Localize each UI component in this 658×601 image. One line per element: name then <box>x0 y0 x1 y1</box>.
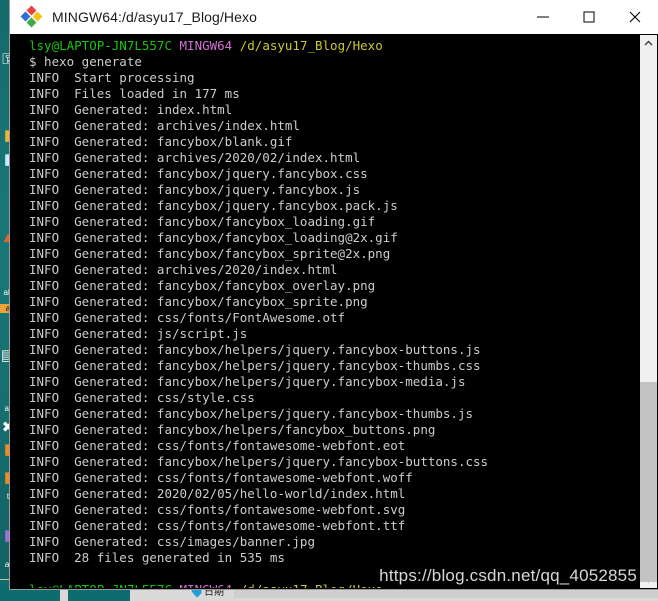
terminal-output-line: INFO Generated: css/fonts/fontawesome-we… <box>29 470 413 485</box>
terminal-output-line: INFO Generated: fancybox/helpers/jquery.… <box>29 454 489 469</box>
terminal-output-line: INFO Generated: 2020/02/05/hello-world/i… <box>29 486 406 501</box>
terminal-output-line: INFO Files loaded in 177 ms <box>29 86 240 101</box>
prompt-shell: MINGW64 <box>180 582 233 588</box>
terminal-prompt-line: lsy@LAPTOP-JN7L557C MINGW64 /d/asyu17_Bl… <box>29 38 639 54</box>
terminal-output-line: INFO Generated: archives/index.html <box>29 118 300 133</box>
prompt-shell: MINGW64 <box>179 38 233 53</box>
terminal-output-line: INFO Generated: fancybox/jquery.fancybox… <box>29 198 398 213</box>
minimize-icon <box>537 16 549 17</box>
scroll-up-arrow-icon[interactable] <box>640 35 657 52</box>
terminal-output-line: INFO Generated: fancybox/fancybox_sprite… <box>29 294 368 309</box>
maximize-icon <box>583 11 595 22</box>
terminal-output-line: INFO Generated: js/script.js <box>29 326 248 341</box>
terminal-area: lsy@LAPTOP-JN7L557C MINGW64 /d/asyu17_Bl… <box>10 34 658 589</box>
mintty-window: MINGW64:/d/asyu17_Blog/Hexo lsy@LAPTOP-J… <box>10 0 658 589</box>
terminal-output-line: INFO Generated: fancybox/fancybox_loadin… <box>29 230 398 245</box>
screen-root: ⚿ ▮ ▮ ▲ ab a ▤ ar ✖ ▮ ▮ t ▮ al 日期 MINGW6… <box>0 0 658 601</box>
terminal-output-line: INFO Generated: css/fonts/fontawesome-we… <box>29 518 406 533</box>
close-icon <box>629 11 641 22</box>
terminal-command-line: $ hexo generate <box>29 54 142 69</box>
terminal-output-line: INFO Generated: css/images/banner.jpg <box>29 534 315 549</box>
prompt-user: lsy@LAPTOP-JN7L557C <box>29 582 172 588</box>
terminal-output-line: INFO Generated: css/fonts/fontawesome-we… <box>29 438 406 453</box>
close-button[interactable] <box>612 0 658 33</box>
scrollbar-track[interactable] <box>640 52 657 582</box>
terminal-output-line: INFO Generated: fancybox/helpers/jquery.… <box>29 406 474 421</box>
terminal-output-line: INFO Generated: fancybox/fancybox_sprite… <box>29 246 391 261</box>
terminal-output-line: INFO Generated: fancybox/helpers/fancybo… <box>29 422 436 437</box>
terminal-output-line: INFO Generated: fancybox/helpers/jquery.… <box>29 358 481 373</box>
terminal-output-line: INFO Generated: fancybox/jquery.fancybox… <box>29 182 361 197</box>
terminal-output-line: INFO Generated: fancybox/blank.gif <box>29 134 293 149</box>
terminal-output-line: INFO Generated: fancybox/helpers/jquery.… <box>29 374 466 389</box>
terminal-prompt-line: lsy@LAPTOP-JN7L557C MINGW64 /d/asyu17_Bl… <box>29 582 639 588</box>
mingw-diamond-icon <box>20 5 43 27</box>
minimize-button[interactable] <box>520 0 566 33</box>
prompt-path: /d/asyu17_Blog/Hexo <box>239 38 383 53</box>
maximize-button[interactable] <box>566 0 612 33</box>
terminal-output-line: INFO Generated: fancybox/helpers/jquery.… <box>29 342 481 357</box>
window-title: MINGW64:/d/asyu17_Blog/Hexo <box>52 8 258 25</box>
terminal-output-line: INFO Generated: fancybox/fancybox_loadin… <box>29 214 376 229</box>
prompt-path: /d/asyu17_Blog/Hexo <box>240 582 383 588</box>
terminal-output[interactable]: lsy@LAPTOP-JN7L557C MINGW64 /d/asyu17_Bl… <box>11 35 639 588</box>
terminal-output-line: INFO Generated: fancybox/fancybox_overla… <box>29 278 376 293</box>
terminal-output-line: INFO Generated: fancybox/jquery.fancybox… <box>29 166 368 181</box>
terminal-output-line: INFO Start processing <box>29 70 195 85</box>
terminal-output-line: INFO Generated: css/style.css <box>29 390 255 405</box>
prompt-user: lsy@LAPTOP-JN7L557C <box>29 38 172 53</box>
terminal-output-line: INFO Generated: css/fonts/FontAwesome.ot… <box>29 310 346 325</box>
terminal-output-line: INFO 28 files generated in 535 ms <box>29 550 285 565</box>
terminal-output-line: INFO Generated: index.html <box>29 102 233 117</box>
terminal-output-line: INFO Generated: archives/2020/index.html <box>29 262 338 277</box>
terminal-scrollbar[interactable] <box>639 35 657 588</box>
terminal-output-line: INFO Generated: css/fonts/fontawesome-we… <box>29 502 406 517</box>
terminal-output-line: INFO Generated: archives/2020/02/index.h… <box>29 150 361 165</box>
window-titlebar[interactable]: MINGW64:/d/asyu17_Blog/Hexo <box>10 0 658 34</box>
scrollbar-thumb[interactable] <box>640 382 657 582</box>
